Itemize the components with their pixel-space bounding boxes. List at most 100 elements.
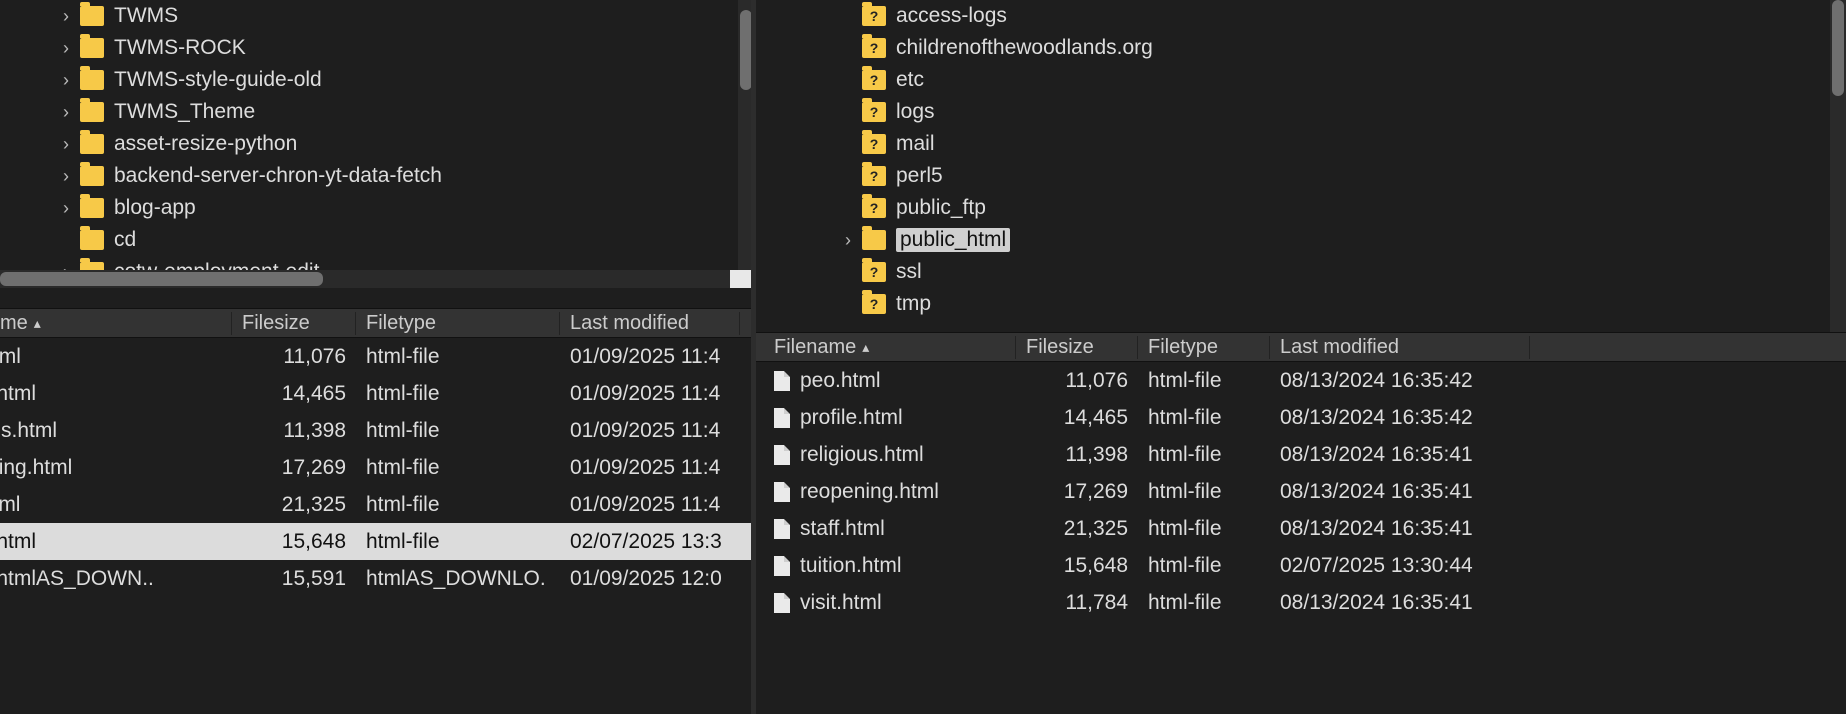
column-filetype[interactable]: Filetype xyxy=(356,312,560,335)
cell-filesize: 11,076 xyxy=(1016,369,1138,393)
cell-filetype: html-file xyxy=(356,493,560,517)
tree-item[interactable]: ›public_ftp xyxy=(756,192,1846,224)
cell-filesize: 11,784 xyxy=(1016,591,1138,615)
column-last-modified[interactable]: Last modified xyxy=(560,312,740,335)
tree-item[interactable]: ›ssl xyxy=(756,256,1846,288)
column-filetype[interactable]: Filetype xyxy=(1138,336,1270,359)
tree-item[interactable]: ›backend-server-chron-yt-data-fetch xyxy=(0,160,756,192)
folder-icon xyxy=(862,230,886,250)
cell-last-modified: 08/13/2024 16:35:41 xyxy=(1270,480,1530,504)
list-row[interactable]: opening.html17,269html-file01/09/2025 11… xyxy=(0,449,756,486)
cell-filesize: 21,325 xyxy=(1016,517,1138,541)
tree-item[interactable]: ›cd xyxy=(0,224,756,256)
list-row[interactable]: reopening.html17,269html-file08/13/2024 … xyxy=(756,473,1846,510)
chevron-right-icon[interactable]: › xyxy=(58,102,74,123)
cell-filesize: 11,398 xyxy=(232,419,356,443)
column-filename-label: Filename xyxy=(774,336,856,359)
folder-unknown-icon xyxy=(862,134,886,154)
list-row[interactable]: ition.htmlAS_DOWN..15,591htmlAS_DOWNLO.0… xyxy=(0,560,756,597)
remote-list-header: Filename ▴ Filesize Filetype Last modifi… xyxy=(756,332,1846,362)
list-row[interactable]: staff.html21,325html-file08/13/2024 16:3… xyxy=(756,510,1846,547)
list-row[interactable]: aff.html21,325html-file01/09/2025 11:4 xyxy=(0,486,756,523)
hscroll-thumb[interactable] xyxy=(0,272,323,286)
cell-last-modified: 01/09/2025 11:4 xyxy=(560,493,740,517)
column-filesize[interactable]: Filesize xyxy=(232,312,356,335)
chevron-right-icon[interactable]: › xyxy=(58,38,74,59)
filename-text: tuition.html xyxy=(800,554,902,578)
tree-item-label: public_ftp xyxy=(896,196,986,220)
list-row[interactable]: ition.html15,648html-file02/07/2025 13:3 xyxy=(0,523,756,560)
tree-item[interactable]: ›TWMS_Theme xyxy=(0,96,756,128)
cell-filename: tuition.html xyxy=(764,554,1016,578)
folder-unknown-icon xyxy=(862,198,886,218)
cell-filetype: html-file xyxy=(1138,591,1270,615)
column-filename[interactable]: Filename ▴ xyxy=(764,336,1016,359)
cell-filename: ofile.html xyxy=(0,382,232,406)
cell-last-modified: 08/13/2024 16:35:42 xyxy=(1270,406,1530,430)
tree-item-label: cd xyxy=(114,228,136,252)
filename-text: ligious.html xyxy=(0,419,57,443)
folder-icon xyxy=(80,166,104,186)
tree-item[interactable]: ›childrenofthewoodlands.org xyxy=(756,32,1846,64)
cell-filetype: html-file xyxy=(356,382,560,406)
filename-text: ofile.html xyxy=(0,382,36,406)
list-row[interactable]: ofile.html14,465html-file01/09/2025 11:4 xyxy=(0,375,756,412)
cell-filename: opening.html xyxy=(0,456,232,480)
tree-item-label: logs xyxy=(896,100,935,124)
list-row[interactable]: profile.html14,465html-file08/13/2024 16… xyxy=(756,399,1846,436)
tree-item-label: public_html xyxy=(896,228,1010,252)
chevron-right-icon[interactable]: › xyxy=(58,134,74,155)
vscroll-thumb[interactable] xyxy=(1832,0,1844,96)
remote-file-list[interactable]: peo.html11,076html-file08/13/2024 16:35:… xyxy=(756,362,1846,714)
list-row[interactable]: eo.html11,076html-file01/09/2025 11:4 xyxy=(0,338,756,375)
folder-unknown-icon xyxy=(862,294,886,314)
tree-item[interactable]: ›mail xyxy=(756,128,1846,160)
chevron-right-icon[interactable]: › xyxy=(58,198,74,219)
remote-tree-vscroll[interactable] xyxy=(1830,0,1846,332)
list-row[interactable]: peo.html11,076html-file08/13/2024 16:35:… xyxy=(756,362,1846,399)
list-row[interactable]: religious.html11,398html-file08/13/2024 … xyxy=(756,436,1846,473)
pane-divider[interactable] xyxy=(751,0,756,714)
cell-filesize: 17,269 xyxy=(232,456,356,480)
cell-last-modified: 08/13/2024 16:35:41 xyxy=(1270,443,1530,467)
folder-icon xyxy=(80,38,104,58)
list-row[interactable]: visit.html11,784html-file08/13/2024 16:3… xyxy=(756,584,1846,621)
local-tree-hscroll[interactable] xyxy=(0,270,754,288)
cell-filetype: html-file xyxy=(1138,517,1270,541)
column-filename[interactable]: me ▴ xyxy=(0,312,232,335)
tree-item[interactable]: ›TWMS-ROCK xyxy=(0,32,756,64)
tree-item-label: access-logs xyxy=(896,4,1007,28)
list-row[interactable]: ligious.html11,398html-file01/09/2025 11… xyxy=(0,412,756,449)
cell-last-modified: 01/09/2025 12:0 xyxy=(560,567,740,591)
tree-item[interactable]: ›asset-resize-python xyxy=(0,128,756,160)
local-pane: ›TWMS›TWMS-ROCK›TWMS-style-guide-old›TWM… xyxy=(0,0,756,714)
tree-item[interactable]: ›blog-app xyxy=(0,192,756,224)
tree-item[interactable]: ›logs xyxy=(756,96,1846,128)
local-file-list[interactable]: eo.html11,076html-file01/09/2025 11:4ofi… xyxy=(0,338,756,714)
cell-filesize: 11,076 xyxy=(232,345,356,369)
tree-item[interactable]: ›perl5 xyxy=(756,160,1846,192)
chevron-right-icon[interactable]: › xyxy=(840,230,856,251)
list-row[interactable]: tuition.html15,648html-file02/07/2025 13… xyxy=(756,547,1846,584)
chevron-right-icon[interactable]: › xyxy=(58,166,74,187)
chevron-right-icon[interactable]: › xyxy=(58,70,74,91)
tree-item[interactable]: ›tmp xyxy=(756,288,1846,320)
column-filesize[interactable]: Filesize xyxy=(1016,336,1138,359)
file-icon xyxy=(774,482,790,502)
tree-item[interactable]: › public_html xyxy=(756,224,1846,256)
column-last-modified[interactable]: Last modified xyxy=(1270,336,1530,359)
tree-item[interactable]: ›etc xyxy=(756,64,1846,96)
cell-filename: visit.html xyxy=(764,591,1016,615)
file-icon xyxy=(774,408,790,428)
filename-text: opening.html xyxy=(0,456,72,480)
tree-item[interactable]: ›access-logs xyxy=(756,0,1846,32)
folder-icon xyxy=(80,230,104,250)
column-filename-label: me xyxy=(0,312,28,335)
remote-folder-tree[interactable]: ›access-logs›childrenofthewoodlands.org›… xyxy=(756,0,1846,332)
chevron-right-icon[interactable]: › xyxy=(58,6,74,27)
local-folder-tree[interactable]: ›TWMS›TWMS-ROCK›TWMS-style-guide-old›TWM… xyxy=(0,0,756,290)
folder-icon xyxy=(80,198,104,218)
cell-filename: eo.html xyxy=(0,345,232,369)
tree-item[interactable]: ›TWMS-style-guide-old xyxy=(0,64,756,96)
tree-item[interactable]: ›TWMS xyxy=(0,0,756,32)
